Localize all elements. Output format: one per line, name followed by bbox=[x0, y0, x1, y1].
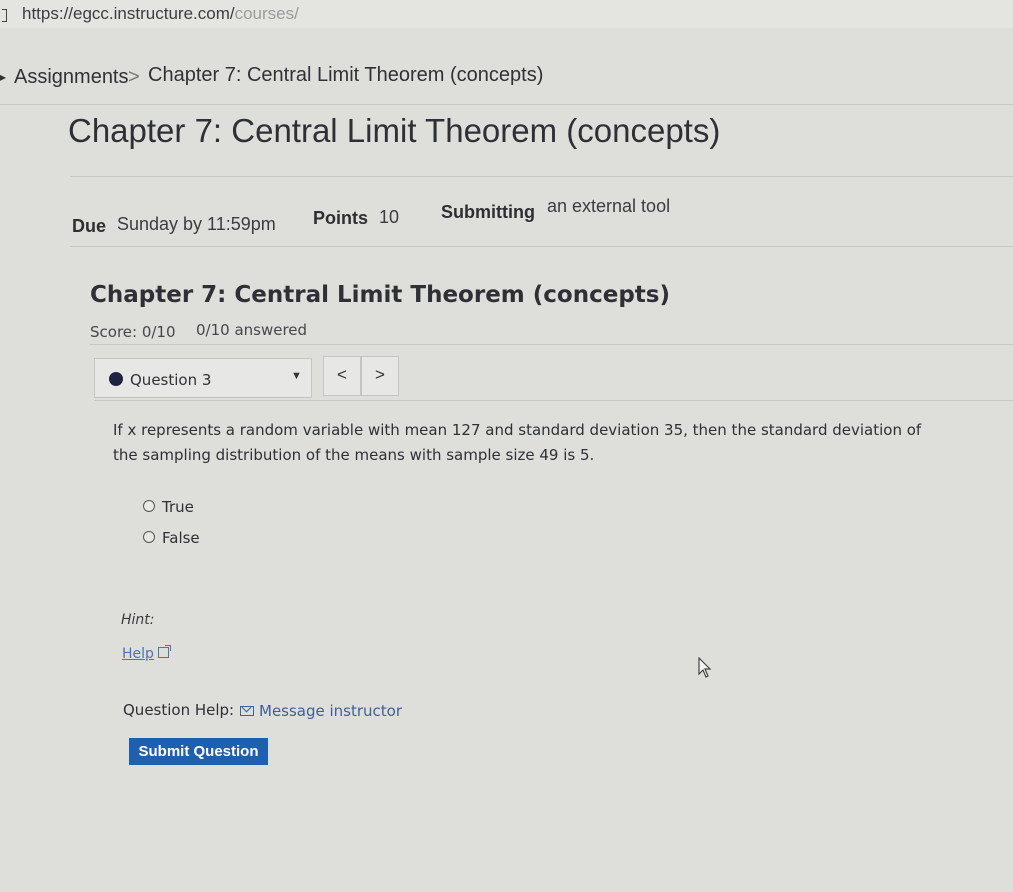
previous-question-button[interactable]: < bbox=[323, 356, 361, 396]
question-text: If x represents a random variable with m… bbox=[113, 421, 922, 464]
option-false-label: False bbox=[162, 529, 200, 547]
submit-question-button[interactable]: Submit Question bbox=[129, 738, 268, 765]
title-divider bbox=[70, 176, 1013, 177]
breadcrumb-divider bbox=[0, 104, 1013, 105]
points-value: 10 bbox=[379, 207, 400, 227]
url-path: courses/ bbox=[234, 4, 299, 23]
mouse-cursor-icon bbox=[698, 657, 712, 678]
help-link[interactable]: Help bbox=[122, 645, 171, 662]
assignment-details: Due Sunday by 11:59pm Points 10 Submitti… bbox=[70, 196, 770, 236]
breadcrumb-separator-icon: > bbox=[128, 66, 140, 88]
navigator-divider bbox=[94, 400, 1013, 401]
question-selector-label: Question 3 bbox=[130, 371, 212, 389]
message-instructor-text: Message instructor bbox=[259, 702, 403, 720]
radio-false[interactable] bbox=[143, 531, 155, 543]
quiz-header-divider bbox=[90, 344, 1013, 345]
page-icon bbox=[2, 9, 7, 22]
breadcrumb-assignments-link[interactable]: Assignments bbox=[14, 66, 129, 89]
browser-address-bar[interactable]: https://egcc.instructure.com/courses/ bbox=[0, 0, 1013, 28]
hint-label: Hint: bbox=[121, 612, 155, 628]
question-selector[interactable]: Question 3 ▼ bbox=[94, 358, 312, 398]
external-link-icon bbox=[157, 645, 171, 658]
radio-true[interactable] bbox=[143, 500, 155, 512]
submitting-label: Submitting bbox=[441, 202, 535, 222]
breadcrumb: ▸ Assignments > Chapter 7: Central Limit… bbox=[0, 60, 1013, 96]
question-help-label: Question Help: bbox=[123, 701, 235, 719]
submitting-value: an external tool bbox=[547, 196, 671, 216]
details-divider bbox=[70, 246, 1013, 247]
points-label: Points bbox=[313, 208, 369, 228]
due-label: Due bbox=[72, 216, 107, 236]
help-link-text: Help bbox=[122, 646, 154, 662]
breadcrumb-leading-chevron-icon: ▸ bbox=[0, 70, 7, 84]
answered-count: 0/10 answered bbox=[196, 321, 308, 339]
message-instructor-link[interactable]: Message instructor bbox=[240, 702, 402, 720]
caret-down-icon: ▼ bbox=[291, 370, 302, 382]
score-text: Score: 0/10 bbox=[90, 323, 176, 341]
mail-icon bbox=[240, 706, 254, 716]
quiz-title: Chapter 7: Central Limit Theorem (concep… bbox=[90, 282, 670, 308]
url-host: https://egcc.instructure.com/ bbox=[22, 4, 235, 23]
due-value: Sunday by 11:59pm bbox=[117, 214, 276, 234]
option-true-label: True bbox=[162, 498, 194, 516]
page-title: Chapter 7: Central Limit Theorem (concep… bbox=[68, 112, 721, 149]
question-status-bullet-icon bbox=[109, 372, 123, 386]
next-question-button[interactable]: > bbox=[361, 356, 399, 396]
url-text[interactable]: https://egcc.instructure.com/courses/ bbox=[22, 4, 299, 24]
breadcrumb-current: Chapter 7: Central Limit Theorem (concep… bbox=[148, 64, 544, 86]
